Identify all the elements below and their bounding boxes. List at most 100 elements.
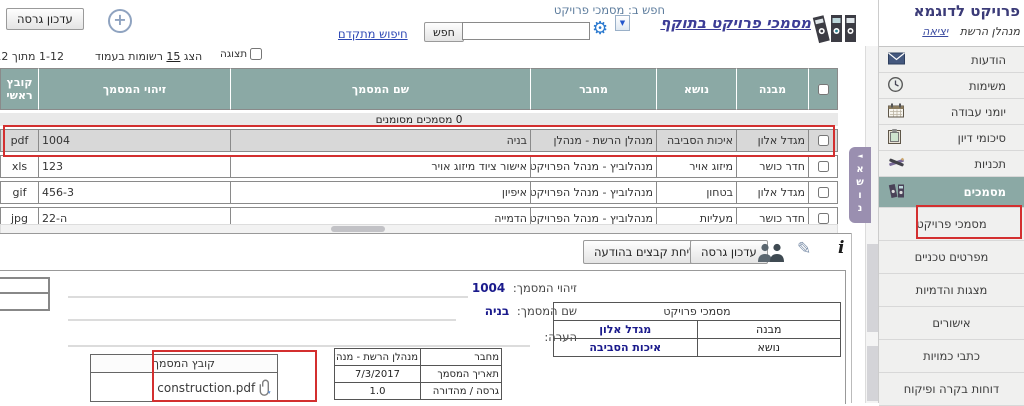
- users-icon[interactable]: [756, 243, 786, 262]
- sidebar-item-label: משימות: [969, 73, 1006, 98]
- cell-author: מנהלן הרשת - מנהלן: [530, 129, 656, 152]
- sidebar-subitem-label: אישורים: [932, 316, 970, 330]
- sidebar-subitem-approvals[interactable]: אישורים: [879, 307, 1024, 340]
- row-checkbox[interactable]: [818, 135, 829, 146]
- vertical-scrollbar-thumb2[interactable]: [867, 346, 878, 401]
- update-version-button-top[interactable]: עדכון גרסה: [6, 8, 84, 30]
- cell-topic: מיזוג אויר: [656, 155, 736, 178]
- search-button[interactable]: חפש: [424, 22, 464, 42]
- doc-id-field: זיהוי המסמך: 1004: [472, 281, 577, 295]
- page-title[interactable]: מסמכי פרויקט בתוקף: [635, 14, 811, 32]
- pagination-text: 1-12 מתוך 12: [0, 50, 64, 63]
- selection-summary: 0 מסמכים מסומנים: [0, 113, 838, 126]
- search-input[interactable]: [462, 22, 590, 40]
- version-value: 1.0: [335, 383, 421, 400]
- edit-pencil-icon[interactable]: ✎: [797, 239, 811, 259]
- row-checkbox[interactable]: [818, 161, 829, 172]
- sidebar-subitem-technical-specs[interactable]: מפרטים טכניים: [879, 241, 1024, 274]
- col-structure[interactable]: מבנה: [736, 68, 808, 110]
- author-label: מחבר: [421, 349, 502, 366]
- display-checkbox[interactable]: [250, 48, 262, 60]
- page-size-link[interactable]: 15: [166, 50, 180, 63]
- clipped-box-cell: [0, 279, 48, 294]
- collapse-arrow-icon: ◄: [849, 152, 871, 160]
- documents-table: מבנה נושא מחבר שם המסמך זיהוי המסמך קובץ…: [0, 65, 838, 233]
- user-name: מנהלן הרשת: [960, 25, 1020, 38]
- display-toggle: תצוגה: [220, 48, 262, 60]
- sidebar-item-label: יומני עבודה: [951, 99, 1006, 124]
- cell-structure: מגדל אלון: [736, 129, 808, 152]
- doc-date-label: תאריך המסמך: [421, 366, 502, 383]
- cell-author: מנהלוביץ - מנהל הפרויקט: [530, 155, 656, 178]
- document-file-table: קובץ המסמך construction.pdf: [90, 354, 278, 402]
- cell-file-type[interactable]: xls: [0, 155, 38, 178]
- sidebar-subitem-inspection-reports[interactable]: דוחות בקרה ופיקוח: [879, 373, 1024, 406]
- add-icon[interactable]: +: [108, 9, 132, 33]
- project-docs-title: מסמכי פרויקט: [554, 303, 841, 321]
- cell-structure: מגדל אלון: [736, 181, 808, 204]
- row-checkbox[interactable]: [818, 187, 829, 198]
- table-row[interactable]: מגדל אלון איכות הסביבה מנהלן הרשת - מנהל…: [0, 129, 838, 152]
- row-checkbox[interactable]: [818, 213, 829, 224]
- cell-topic: בטחון: [656, 181, 736, 204]
- structure-value: מגדל אלון: [554, 321, 698, 339]
- doc-id-value: 1004: [472, 281, 505, 295]
- cell-file-type[interactable]: pdf: [0, 129, 38, 152]
- horizontal-scrollbar-thumb[interactable]: [331, 226, 385, 232]
- col-doc-name[interactable]: שם המסמך: [230, 68, 530, 110]
- envelope-icon: [888, 52, 905, 67]
- col-author[interactable]: מחבר: [530, 68, 656, 110]
- sidebar-item-meeting-summaries[interactable]: סיכומי דיון: [879, 125, 1024, 151]
- frame-divider: [0, 233, 852, 234]
- clock-icon: [888, 77, 903, 95]
- col-topic[interactable]: נושא: [656, 68, 736, 110]
- sidebar-menu: הודעות משימות יומני עבודה סיכומי דיון: [879, 46, 1024, 403]
- sidebar-item-documents[interactable]: מסמכים: [879, 177, 1024, 208]
- sidebar: פרויקט לדוגמא מנהלן הרשת יציאה הודעות מש…: [878, 0, 1024, 403]
- sidebar-subitem-presentations[interactable]: מצגות והדמיות: [879, 274, 1024, 307]
- cell-file-type[interactable]: gif: [0, 181, 38, 204]
- page-title-group: ▼ מסמכי פרויקט בתוקף: [615, 14, 811, 32]
- file-name-link[interactable]: construction.pdf: [157, 381, 255, 395]
- sidebar-item-work-logs[interactable]: יומני עבודה: [879, 99, 1024, 125]
- sidebar-item-tasks[interactable]: משימות: [879, 73, 1024, 99]
- page-size-prefix: הצג: [184, 50, 202, 63]
- selection-summary-row: 0 מסמכים מסומנים: [0, 113, 838, 126]
- sidebar-item-messages[interactable]: הודעות: [879, 47, 1024, 73]
- cell-doc-id: 123: [38, 155, 230, 178]
- sidebar-subitem-label: דוחות בקרה ופיקוח: [904, 382, 999, 396]
- vertical-scrollbar-thumb[interactable]: [867, 244, 878, 332]
- select-all-checkbox[interactable]: [818, 84, 829, 95]
- sidebar-subitem-project-documents[interactable]: מסמכי פרויקט: [879, 208, 1024, 241]
- sidebar-subitem-label: מסמכי פרויקט: [916, 217, 986, 231]
- paperclip-icon[interactable]: [259, 379, 272, 396]
- doc-date-value: 7/3/2017: [335, 366, 421, 383]
- gear-icon[interactable]: ⚙: [592, 20, 608, 38]
- cell-author: מנהלוביץ - מנהל הפרויקט: [530, 181, 656, 204]
- collapse-side-tab[interactable]: ◄ נושא: [849, 147, 871, 223]
- table-row[interactable]: מגדל אלון בטחון מנהלוביץ - מנהל הפרויקט …: [0, 181, 838, 204]
- note-underline: [68, 345, 530, 347]
- info-icon[interactable]: i: [838, 238, 844, 258]
- topic-label: נושא: [697, 339, 841, 357]
- logout-link[interactable]: יציאה: [922, 25, 948, 38]
- advanced-search-link[interactable]: חיפוש מתקדם: [338, 27, 408, 41]
- project-docs-table: מסמכי פרויקט מבנה מגדל אלון נושא איכות ה…: [553, 302, 841, 357]
- sidebar-subitem-label: מצגות והדמיות: [916, 283, 988, 297]
- file-row[interactable]: construction.pdf: [91, 373, 278, 402]
- side-tab-label: נושא: [855, 164, 866, 216]
- lower-frame-edge: [851, 233, 852, 403]
- sidebar-item-label: מסמכים: [964, 177, 1006, 207]
- table-row[interactable]: חדר כושר מיזוג אויר מנהלוביץ - מנהל הפרו…: [0, 155, 838, 178]
- chevron-down-icon[interactable]: ▼: [615, 15, 630, 31]
- col-main-file[interactable]: קובץ ראשי: [0, 68, 38, 110]
- cell-doc-name: בניה: [230, 129, 530, 152]
- col-doc-id[interactable]: זיהוי המסמך: [38, 68, 230, 110]
- user-row: מנהלן הרשת יציאה: [922, 25, 1020, 38]
- doc-name-value: בניה: [485, 304, 510, 318]
- sidebar-subitem-boq[interactable]: כתבי כמויות: [879, 340, 1024, 373]
- sidebar-item-plans[interactable]: תכניות: [879, 151, 1024, 177]
- structure-label: מבנה: [697, 321, 841, 339]
- author-value: מנהלן הרשת - מנהלן: [335, 349, 421, 366]
- version-label: גרסה / מהדורה: [421, 383, 502, 400]
